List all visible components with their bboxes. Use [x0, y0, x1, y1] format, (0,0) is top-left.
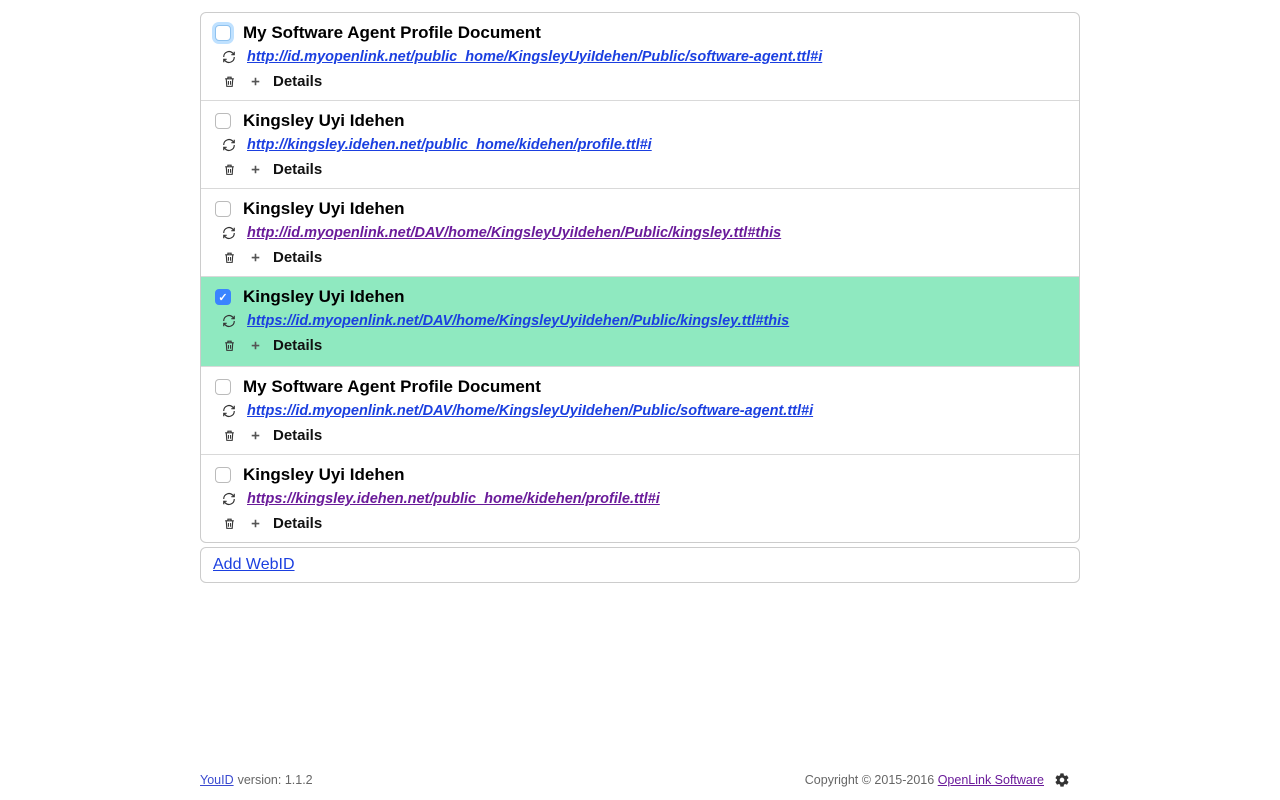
webid-card: Kingsley Uyi Idehen https://kingsley.ideh… — [201, 455, 1079, 542]
webid-url[interactable]: http://id.myopenlink.net/public_home/Kin… — [247, 49, 822, 65]
refresh-icon[interactable] — [221, 403, 237, 419]
gear-icon[interactable] — [1054, 772, 1070, 788]
details-label[interactable]: Details — [273, 73, 322, 90]
trash-icon[interactable] — [221, 250, 237, 266]
select-checkbox[interactable] — [215, 289, 231, 305]
expand-icon[interactable] — [247, 162, 263, 178]
refresh-icon[interactable] — [221, 225, 237, 241]
footer-bar: YouID version: 1.1.2 Copyright © 2015-20… — [200, 772, 1070, 788]
details-label[interactable]: Details — [273, 515, 322, 532]
youid-link[interactable]: YouID — [200, 773, 234, 787]
webid-list: My Software Agent Profile Document http:/… — [200, 12, 1080, 543]
webid-url[interactable]: http://id.myopenlink.net/DAV/home/Kingsl… — [247, 225, 781, 241]
webid-url[interactable]: https://id.myopenlink.net/DAV/home/Kings… — [247, 313, 789, 329]
refresh-icon[interactable] — [221, 313, 237, 329]
card-title: Kingsley Uyi Idehen — [243, 465, 405, 485]
trash-icon[interactable] — [221, 428, 237, 444]
card-title: Kingsley Uyi Idehen — [243, 111, 405, 131]
refresh-icon[interactable] — [221, 137, 237, 153]
details-label[interactable]: Details — [273, 161, 322, 178]
trash-icon[interactable] — [221, 162, 237, 178]
trash-icon[interactable] — [221, 74, 237, 90]
version-text: version: 1.1.2 — [238, 773, 313, 787]
expand-icon[interactable] — [247, 74, 263, 90]
webid-url[interactable]: https://kingsley.idehen.net/public_home/… — [247, 491, 660, 507]
details-label[interactable]: Details — [273, 427, 322, 444]
select-checkbox[interactable] — [215, 379, 231, 395]
card-title: My Software Agent Profile Document — [243, 23, 541, 43]
details-label[interactable]: Details — [273, 249, 322, 266]
webid-url[interactable]: http://kingsley.idehen.net/public_home/k… — [247, 137, 652, 153]
expand-icon[interactable] — [247, 338, 263, 354]
trash-icon[interactable] — [221, 338, 237, 354]
webid-url[interactable]: https://id.myopenlink.net/DAV/home/Kings… — [247, 403, 813, 419]
add-webid-box: Add WebID — [200, 547, 1080, 583]
add-webid-link[interactable]: Add WebID — [213, 556, 295, 573]
expand-icon[interactable] — [247, 516, 263, 532]
copyright-text: Copyright © 2015-2016 OpenLink Software — [805, 773, 1044, 787]
expand-icon[interactable] — [247, 428, 263, 444]
select-checkbox[interactable] — [215, 113, 231, 129]
select-checkbox[interactable] — [215, 467, 231, 483]
card-title: Kingsley Uyi Idehen — [243, 287, 405, 307]
trash-icon[interactable] — [221, 516, 237, 532]
card-title: Kingsley Uyi Idehen — [243, 199, 405, 219]
webid-card: My Software Agent Profile Document https:… — [201, 367, 1079, 455]
card-title: My Software Agent Profile Document — [243, 377, 541, 397]
openlink-link[interactable]: OpenLink Software — [938, 773, 1044, 787]
select-checkbox[interactable] — [215, 201, 231, 217]
select-checkbox[interactable] — [215, 25, 231, 41]
details-label[interactable]: Details — [273, 337, 322, 354]
webid-card: My Software Agent Profile Document http:/… — [201, 13, 1079, 101]
refresh-icon[interactable] — [221, 491, 237, 507]
refresh-icon[interactable] — [221, 49, 237, 65]
webid-card: Kingsley Uyi Idehen https://id.myopenlink… — [201, 277, 1079, 367]
webid-card: Kingsley Uyi Idehen http://kingsley.idehe… — [201, 101, 1079, 189]
expand-icon[interactable] — [247, 250, 263, 266]
webid-card: Kingsley Uyi Idehen http://id.myopenlink.… — [201, 189, 1079, 277]
